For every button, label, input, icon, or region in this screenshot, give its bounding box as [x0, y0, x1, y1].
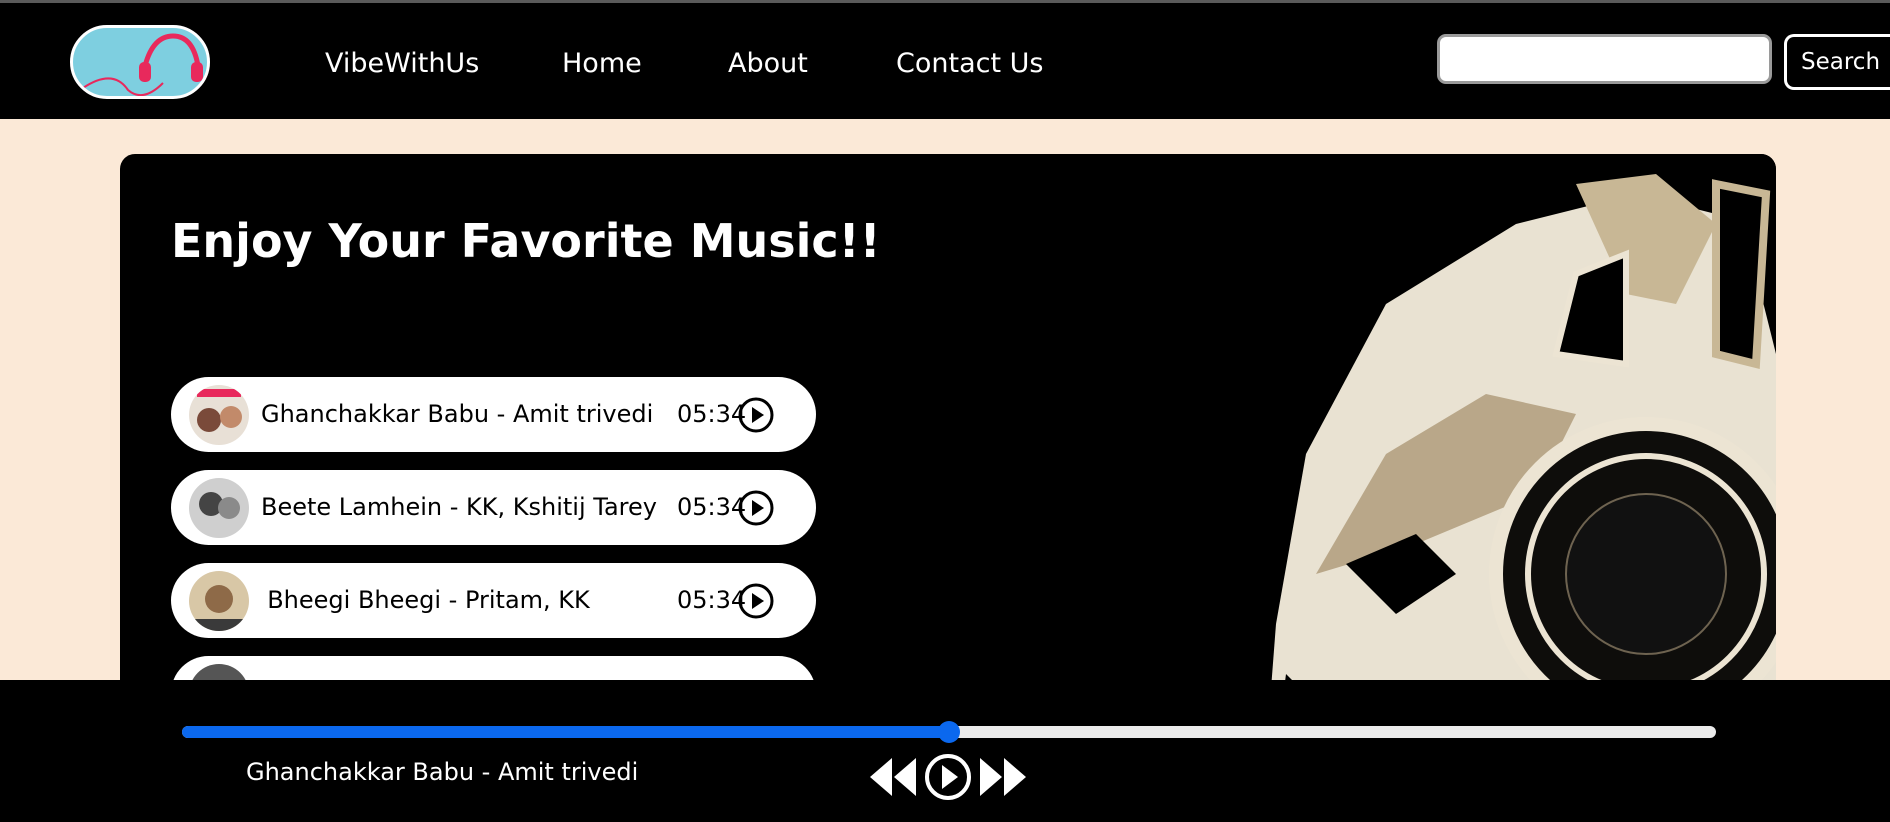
now-playing-title: Ghanchakkar Babu - Amit trivedi: [246, 758, 639, 786]
song-item[interactable]: Ghanchakkar Babu - Amit trivedi 05:34: [171, 377, 816, 452]
progress-thumb[interactable]: [938, 721, 960, 743]
song-title: Bheegi Bheegi - Pritam, KK: [267, 586, 590, 614]
progress-fill: [182, 726, 949, 738]
hero-title: Enjoy Your Favorite Music!!: [171, 214, 881, 268]
album-art: [189, 571, 249, 631]
play-circle-icon[interactable]: [922, 752, 974, 802]
music-player-bar: Ghanchakkar Babu - Amit trivedi: [0, 680, 1890, 822]
previous-icon[interactable]: [868, 752, 920, 802]
search-input[interactable]: [1437, 34, 1772, 84]
search-button[interactable]: Search: [1784, 34, 1890, 90]
song-duration: 05:34: [677, 586, 747, 614]
next-icon[interactable]: [976, 752, 1028, 802]
play-circle-icon[interactable]: [737, 582, 775, 620]
song-duration: 05:34: [677, 400, 747, 428]
nav-home-link[interactable]: Home: [562, 48, 642, 79]
song-title: Ghanchakkar Babu - Amit trivedi: [261, 400, 654, 428]
song-item[interactable]: Bheegi Bheegi - Pritam, KK 05:34: [171, 563, 816, 638]
song-duration: 05:34: [677, 493, 747, 521]
progress-slider[interactable]: [182, 721, 1716, 743]
nav-about-link[interactable]: About: [728, 48, 808, 79]
navbar: VibeWithUs Home About Contact Us Search: [0, 3, 1890, 119]
skull-headphones-image: [1156, 154, 1776, 754]
album-art: [189, 478, 249, 538]
song-item[interactable]: Beete Lamhein - KK, Kshitij Tarey 05:34: [171, 470, 816, 545]
play-circle-icon[interactable]: [737, 396, 775, 434]
song-title: Beete Lamhein - KK, Kshitij Tarey: [261, 493, 657, 521]
hero-banner: Enjoy Your Favorite Music!! Ghanchakkar …: [120, 154, 1776, 754]
logo-headphones-icon[interactable]: [70, 25, 210, 99]
nav-contact-link[interactable]: Contact Us: [896, 48, 1043, 79]
album-art: [189, 385, 249, 445]
play-circle-icon[interactable]: [737, 489, 775, 527]
nav-brand[interactable]: VibeWithUs: [325, 48, 479, 79]
